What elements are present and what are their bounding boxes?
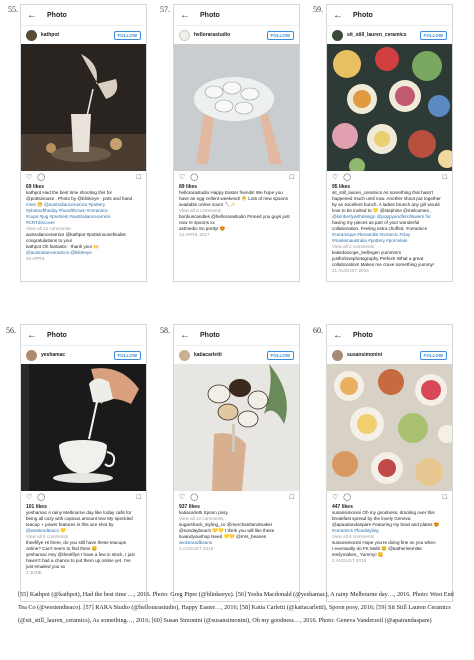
caption-comments: katiacarletti Spoon posy View all 12 com…	[174, 510, 299, 552]
figure-caption: [55] Kathpot (@kathpot), Had the best ti…	[18, 591, 454, 624]
post-photo[interactable]	[327, 364, 452, 491]
comment-icon[interactable]: ◯	[343, 173, 351, 181]
post-header: hellorarastudio FOLLOW	[174, 26, 299, 44]
comment-icon[interactable]: ◯	[343, 493, 351, 501]
top-bar: ← Photo	[327, 325, 452, 346]
comment-icon[interactable]: ◯	[190, 493, 198, 501]
avatar[interactable]	[179, 29, 190, 41]
follow-button[interactable]: FOLLOW	[113, 30, 141, 40]
username[interactable]: yeshamac	[41, 352, 114, 358]
figure-number: 57.	[160, 5, 170, 14]
username[interactable]: kathpot	[41, 32, 114, 38]
post-photo[interactable]	[21, 364, 146, 491]
avatar[interactable]	[26, 29, 37, 41]
comment-icon[interactable]: ◯	[37, 173, 45, 181]
avatar[interactable]	[179, 349, 190, 361]
back-arrow-icon[interactable]: ←	[333, 10, 347, 21]
figure-number: 58.	[160, 326, 170, 335]
bookmark-icon[interactable]: □	[290, 494, 294, 501]
screen-title: Photo	[200, 331, 220, 339]
username[interactable]: sit_still_lauren_ceramics	[347, 32, 420, 38]
post-header: katiacarletti FOLLOW	[174, 346, 299, 364]
top-bar: ← Photo	[21, 325, 146, 346]
top-bar: ← Photo	[21, 5, 146, 26]
post-header: susansimonini FOLLOW	[327, 346, 452, 364]
screen-title: Photo	[353, 331, 373, 339]
post-photo[interactable]	[174, 364, 299, 491]
back-arrow-icon[interactable]: ←	[27, 330, 41, 341]
figure-number: 59.	[313, 5, 323, 14]
heart-icon[interactable]: ♡	[179, 173, 185, 181]
post-header: kathpot FOLLOW	[21, 26, 146, 44]
top-bar: ← Photo	[174, 5, 299, 26]
avatar[interactable]	[332, 29, 343, 41]
username[interactable]: hellorarastudio	[194, 32, 267, 38]
post-actions: ♡ ◯ □	[21, 491, 146, 503]
post-photo[interactable]	[174, 44, 299, 171]
post-header: sit_still_lauren_ceramics FOLLOW	[327, 26, 452, 44]
post-photo[interactable]	[21, 44, 146, 171]
comment-icon[interactable]: ◯	[37, 493, 45, 501]
post-actions: ♡ ◯ □	[174, 171, 299, 183]
instagram-post-card: ← Photo yeshamac FOLLOW ♡ ◯ □ 101 likes …	[20, 324, 147, 602]
username[interactable]: katiacarletti	[194, 352, 267, 358]
avatar[interactable]	[332, 349, 343, 361]
instagram-post-card: ← Photo katiacarletti FOLLOW ♡ ◯ □ 937 l…	[173, 324, 300, 602]
screen-title: Photo	[200, 11, 220, 19]
instagram-post-card: ← Photo hellorarastudio FOLLOW ♡ ◯ □ 89 …	[173, 4, 300, 282]
caption-comments: susansimonini Oh my goodness, drooling o…	[327, 510, 452, 564]
post-actions: ♡ ◯ □	[174, 491, 299, 503]
figure-number: 56.	[6, 326, 16, 335]
back-arrow-icon[interactable]: ←	[333, 330, 347, 341]
bookmark-icon[interactable]: □	[137, 494, 141, 501]
username[interactable]: susansimonini	[347, 352, 420, 358]
post-date: 26 APRIL	[26, 256, 46, 261]
caption-comments: sit_still_lauren_ceramics As something t…	[327, 190, 452, 274]
instagram-post-card: ← Photo sit_still_lauren_ceramics FOLLOW…	[326, 4, 453, 282]
instagram-post-card: ← Photo kathpot FOLLOW ♡ ◯ □ 69 likes ka…	[20, 4, 147, 282]
caption-comments: hellorarastudio Happy Easter friends! We…	[174, 190, 299, 238]
bookmark-icon[interactable]: □	[137, 174, 141, 181]
heart-icon[interactable]: ♡	[26, 493, 32, 501]
heart-icon[interactable]: ♡	[26, 173, 32, 181]
follow-button[interactable]: FOLLOW	[266, 30, 294, 40]
follow-button[interactable]: FOLLOW	[113, 350, 141, 360]
post-date: 14 APRIL 2017	[179, 232, 210, 237]
top-bar: ← Photo	[327, 5, 452, 26]
caption-comments: yeshamac A rainy Melbourne day like toda…	[21, 510, 146, 576]
post-photo[interactable]	[327, 44, 452, 171]
post-actions: ♡ ◯ □	[21, 171, 146, 183]
post-date: 2 AUGUST 2016	[179, 546, 214, 551]
screen-title: Photo	[47, 331, 67, 339]
caption-comments: kathpot Had the best time shooting this …	[21, 190, 146, 262]
top-bar: ← Photo	[174, 325, 299, 346]
heart-icon[interactable]: ♡	[332, 173, 338, 181]
post-actions: ♡ ◯ □	[327, 171, 452, 183]
back-arrow-icon[interactable]: ←	[180, 10, 194, 21]
screen-title: Photo	[353, 11, 373, 19]
screen-title: Photo	[47, 11, 67, 19]
follow-button[interactable]: FOLLOW	[419, 350, 447, 360]
avatar[interactable]	[26, 349, 37, 361]
figure-number: 60.	[313, 326, 323, 335]
heart-icon[interactable]: ♡	[332, 493, 338, 501]
post-date: 2 JUNE	[26, 570, 42, 575]
back-arrow-icon[interactable]: ←	[180, 330, 194, 341]
back-arrow-icon[interactable]: ←	[27, 10, 41, 21]
follow-button[interactable]: FOLLOW	[266, 350, 294, 360]
bookmark-icon[interactable]: □	[290, 174, 294, 181]
heart-icon[interactable]: ♡	[179, 493, 185, 501]
comment-icon[interactable]: ◯	[190, 173, 198, 181]
post-actions: ♡ ◯ □	[327, 491, 452, 503]
post-date: 21 AUGUST 2016	[332, 268, 369, 273]
follow-button[interactable]: FOLLOW	[419, 30, 447, 40]
bookmark-icon[interactable]: □	[443, 494, 447, 501]
post-date: 2 AUGUST 2016	[332, 558, 367, 563]
figure-number: 55.	[8, 5, 18, 14]
bookmark-icon[interactable]: □	[443, 174, 447, 181]
instagram-post-card: ← Photo susansimonini FOLLOW ♡ ◯ □ 447 l…	[326, 324, 453, 602]
post-header: yeshamac FOLLOW	[21, 346, 146, 364]
